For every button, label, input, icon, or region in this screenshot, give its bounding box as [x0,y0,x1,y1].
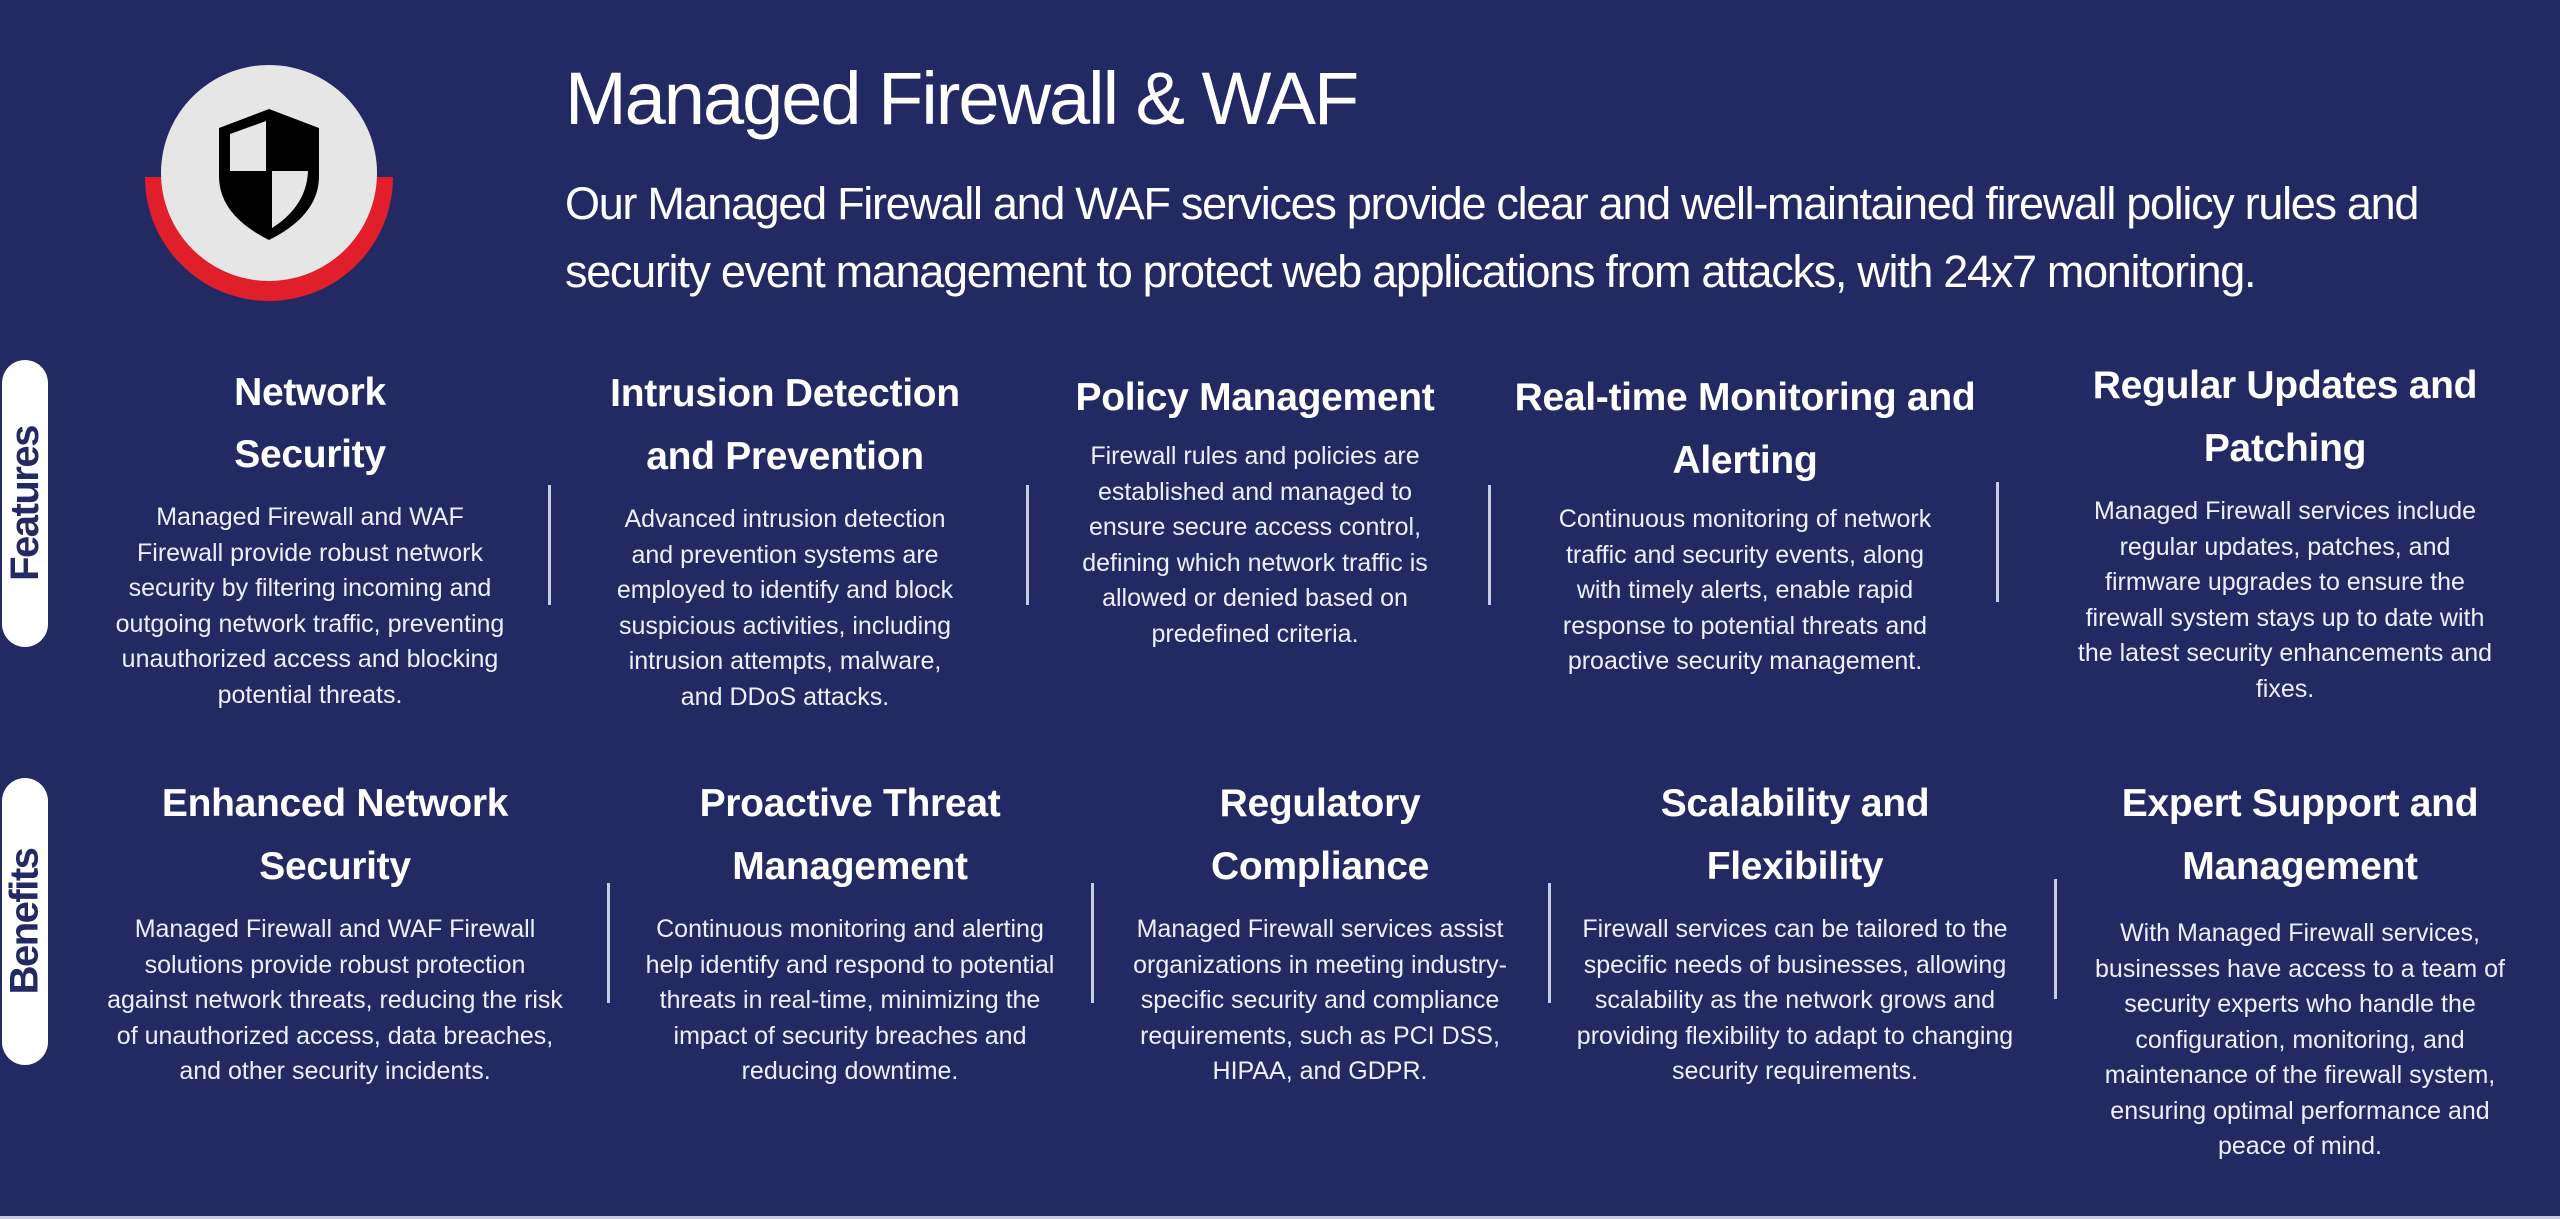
page-title: Managed Firewall & WAF [565,57,1359,140]
divider [1091,883,1094,1003]
logo [143,62,395,304]
feature-card-policy-management: Policy Management Firewall rules and pol… [1060,366,1450,652]
feature-title: Intrusion Detection and Prevention [610,372,960,478]
benefit-card-expert-support: Expert Support and Management With Manag… [2080,772,2520,1165]
benefits-tab-label: Benefits [2,848,47,995]
divider [1026,485,1029,605]
feature-card-regular-updates: Regular Updates and Patching Managed Fir… [2060,354,2510,707]
feature-description: Advanced intrusion detection and prevent… [616,505,954,711]
feature-description: Firewall rules and policies are establis… [1082,442,1428,648]
feature-card-network-security: Network Security Managed Firewall and WA… [110,362,510,713]
feature-description: Managed Firewall and WAF Firewall provid… [115,503,505,709]
divider [1488,485,1491,605]
divider [1548,883,1551,1003]
benefit-card-proactive-threat: Proactive Threat Management Continuous m… [640,772,1060,1090]
benefit-title: Proactive Threat Management [699,782,1001,888]
divider [2054,879,2057,999]
benefit-description: Managed Firewall services assist organiz… [1133,915,1507,1085]
feature-description: Continuous monitoring of network traffic… [1558,505,1932,675]
feature-card-intrusion-detection: Intrusion Detection and Prevention Advan… [575,362,995,715]
benefit-title: Scalability and Flexibility [1660,782,1930,888]
divider [607,883,610,1003]
benefit-card-scalability: Scalability and Flexibility Firewall ser… [1565,772,2025,1090]
features-tab-label: Features [2,426,47,581]
benefit-card-enhanced-security: Enhanced Network Security Managed Firewa… [105,772,565,1090]
feature-description: Managed Firewall services include regula… [2077,497,2493,703]
benefit-description: Continuous monitoring and alerting help … [645,915,1055,1085]
logo-badge [145,65,393,301]
feature-title: Network Security [234,371,386,476]
benefits-tab: Benefits [2,778,48,1065]
divider [548,485,551,605]
feature-title: Policy Management [1075,376,1435,419]
benefit-title: Enhanced Network Security [161,782,509,888]
features-tab: Features [2,360,48,647]
feature-title: Real-time Monitoring and Alerting [1514,376,1976,482]
benefit-card-regulatory-compliance: Regulatory Compliance Managed Firewall s… [1120,772,1520,1090]
benefit-description: Managed Firewall and WAF Firewall soluti… [107,915,563,1085]
divider [1996,482,1999,602]
page-subtitle: Our Managed Firewall and WAF services pr… [565,178,2419,297]
feature-card-realtime-monitoring: Real-time Monitoring and Alerting Contin… [1510,366,1980,680]
benefit-description: With Managed Firewall services, business… [2095,919,2505,1160]
feature-title: Regular Updates and Patching [2092,364,2478,470]
benefit-title: Regulatory Compliance [1210,782,1430,888]
benefit-description: Firewall services can be tailored to the… [1576,915,2014,1085]
benefit-title: Expert Support and Management [2121,782,2479,888]
